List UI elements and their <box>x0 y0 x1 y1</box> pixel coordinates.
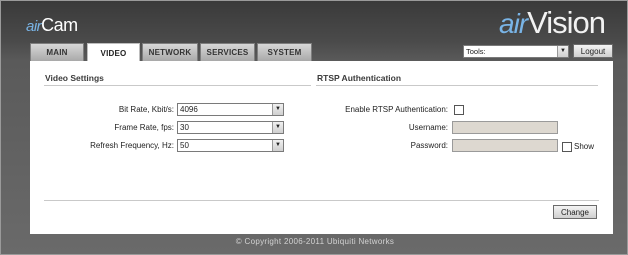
change-button[interactable]: Change <box>553 205 597 219</box>
logo-air-text: air <box>499 8 528 39</box>
airvision-logo: airVision <box>499 5 606 41</box>
logo-air-text: air <box>26 18 42 35</box>
refresh-frequency-value: 50 <box>180 141 189 150</box>
bit-rate-select[interactable]: 4096 ▼ <box>177 103 284 116</box>
aircam-logo: airCam <box>26 15 78 36</box>
logo-cam-text: Cam <box>41 15 78 35</box>
username-label: Username: <box>408 123 448 132</box>
frame-rate-value: 30 <box>180 123 189 132</box>
footer-divider <box>44 200 599 201</box>
show-password-label: Show <box>574 142 595 151</box>
frame-rate-select[interactable]: 30 ▼ <box>177 121 284 134</box>
tab-system[interactable]: SYSTEM <box>257 43 312 61</box>
enable-rtsp-checkbox[interactable] <box>454 105 464 115</box>
refresh-frequency-select[interactable]: 50 ▼ <box>177 139 284 152</box>
app-frame: airCam airVision MAIN VIDEO NETWORK SERV… <box>0 0 628 255</box>
show-password-checkbox[interactable] <box>562 142 572 152</box>
password-label: Password: <box>410 141 448 150</box>
tools-select-value: Tools: <box>466 46 486 56</box>
chevron-down-icon[interactable]: ▼ <box>272 122 283 133</box>
refresh-frequency-label: Refresh Frequency, Hz: <box>90 141 174 150</box>
logout-button[interactable]: Logout <box>573 44 613 58</box>
logo-vision-text: Vision <box>527 5 606 40</box>
enable-rtsp-label: Enable RTSP Authentication: <box>345 105 448 114</box>
bit-rate-label: Bit Rate, Kbit/s: <box>118 105 174 114</box>
frame-rate-label: Frame Rate, fps: <box>114 123 174 132</box>
tab-network[interactable]: NETWORK <box>142 43 198 61</box>
tools-select[interactable]: Tools: ▼ <box>463 44 569 58</box>
tab-video[interactable]: VIDEO <box>87 43 140 62</box>
username-field[interactable] <box>452 121 558 134</box>
chevron-down-icon[interactable]: ▼ <box>557 45 568 57</box>
bit-rate-value: 4096 <box>180 105 198 114</box>
tab-main[interactable]: MAIN <box>30 43 84 61</box>
chevron-down-icon[interactable]: ▼ <box>272 104 283 115</box>
section-divider <box>44 85 311 86</box>
video-settings-title: Video Settings <box>45 73 104 83</box>
toolbar: Tools: ▼ Logout <box>463 44 613 58</box>
copyright-text: © Copyright 2006-2011 Ubiquiti Networks <box>235 237 395 246</box>
content-panel: Video Settings Bit Rate, Kbit/s: 4096 ▼ … <box>30 61 613 234</box>
tab-services[interactable]: SERVICES <box>200 43 255 61</box>
chevron-down-icon[interactable]: ▼ <box>272 140 283 151</box>
password-field[interactable] <box>452 139 558 152</box>
section-divider <box>316 85 598 86</box>
rtsp-auth-title: RTSP Authentication <box>317 73 402 83</box>
